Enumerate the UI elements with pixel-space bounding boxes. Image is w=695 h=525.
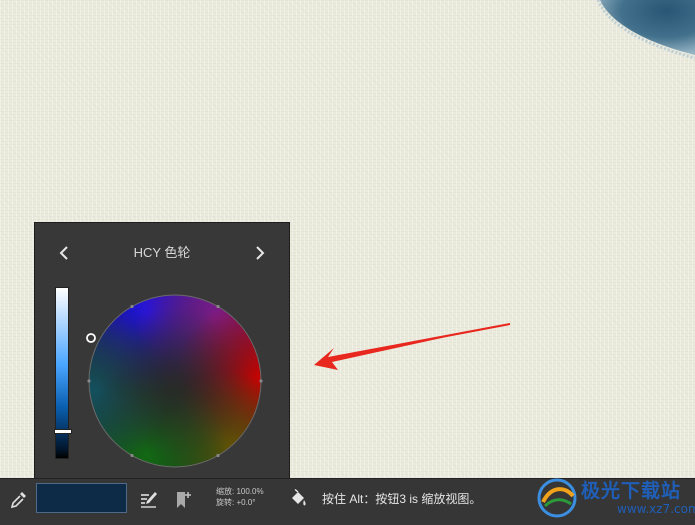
paint-bucket-icon[interactable] [287, 488, 309, 511]
brush-editor-icon[interactable] [138, 489, 160, 511]
next-selector-button[interactable] [247, 239, 271, 267]
eyedropper-icon[interactable] [7, 489, 29, 511]
watermark-logo: 极光下载站 www.xz7.com [535, 472, 695, 525]
zoom-rotation-info: 缩放: 100.0% 旋转: +0.0° [216, 486, 264, 508]
current-color-swatch[interactable] [36, 483, 127, 513]
aurora-logo-icon [537, 478, 577, 518]
panel-header: HCY 色轮 [35, 239, 289, 267]
status-message: 按住 Alt：按钮3 is 缩放视图。 [322, 492, 482, 506]
zoom-value: 缩放: 100.0% [216, 487, 264, 496]
luminance-slider-handle[interactable] [54, 429, 72, 434]
watermark-brand: 极光下载站 [581, 480, 682, 502]
watermark-url: www.xz7.com [617, 502, 695, 516]
chevron-right-icon [256, 246, 265, 260]
hcy-color-wheel-panel: HCY 色轮 [34, 222, 290, 484]
color-picker-marker[interactable] [86, 333, 96, 343]
panel-title: HCY 色轮 [133, 245, 191, 260]
add-layer-icon[interactable] [172, 489, 194, 511]
previous-selector-button[interactable] [53, 239, 77, 267]
rotation-value: 旋转: +0.0° [216, 498, 256, 507]
red-annotation-arrow [314, 323, 510, 370]
hue-chroma-wheel[interactable] [85, 291, 265, 471]
luminance-slider[interactable] [54, 287, 72, 459]
chevron-left-icon [59, 246, 68, 260]
brush-stroke [596, 0, 695, 60]
